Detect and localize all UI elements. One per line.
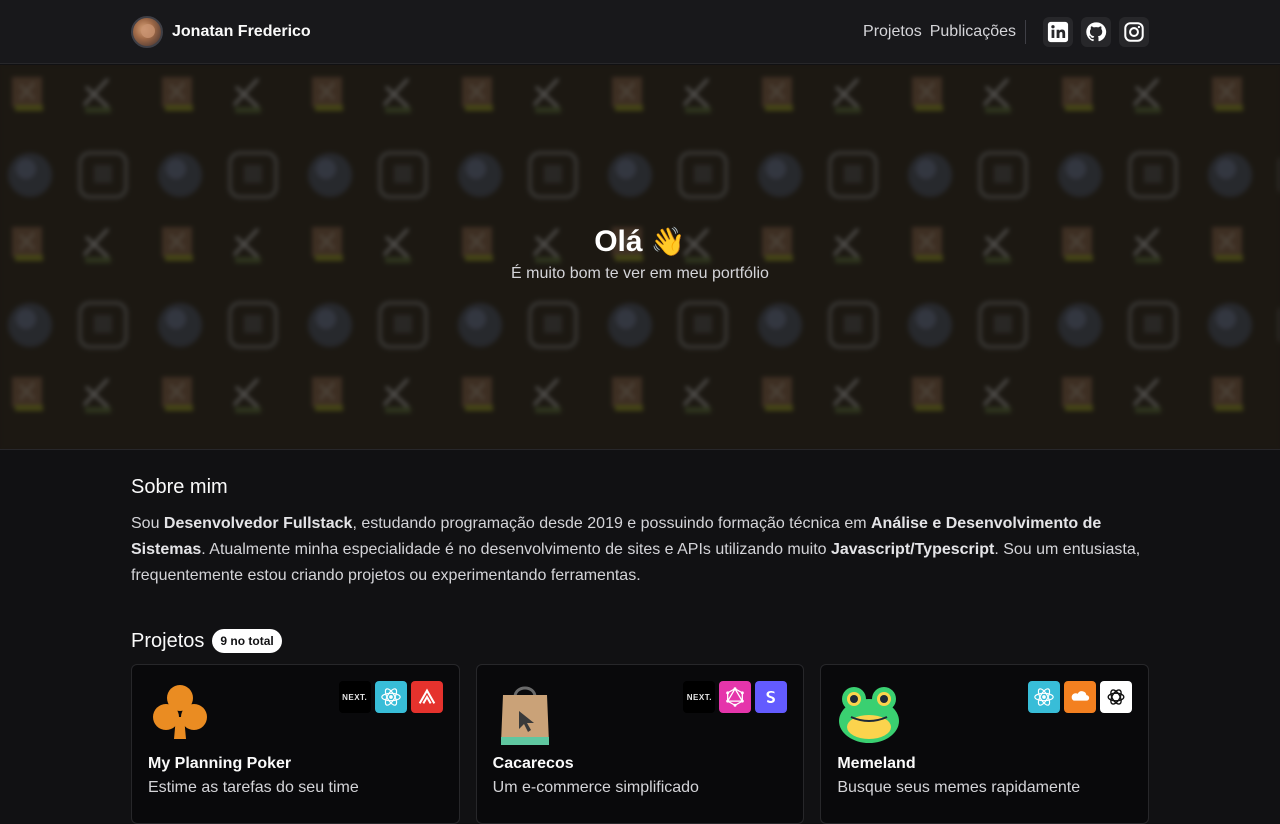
github-icon <box>1086 22 1107 42</box>
hero-banner: Olá 👋 É muito bom te ver em meu portfóli… <box>0 65 1280 450</box>
nav-divider <box>1025 20 1026 44</box>
brand-name: Jonatan Frederico <box>172 23 311 40</box>
react-icon <box>374 681 407 713</box>
header-inner: Jonatan Frederico Projetos Publicações <box>131 0 1149 64</box>
avatar <box>131 16 163 48</box>
about-highlight-role: Desenvolvedor Fullstack <box>163 515 353 532</box>
projects-count-badge: 9 no total <box>212 629 282 653</box>
tech-stack: NEXT. <box>683 681 788 713</box>
about-highlight-stack: Javascript/Typescript <box>830 541 995 558</box>
about-text-part: , estudando programação desde 2019 e pos… <box>352 515 871 532</box>
graphql-icon <box>719 681 752 713</box>
stripe-icon <box>755 681 788 713</box>
linkedin-icon <box>1047 21 1069 43</box>
project-title: Cacarecos <box>492 755 574 772</box>
instagram-icon <box>1124 22 1144 42</box>
nav: Projetos Publicações <box>863 17 1149 47</box>
about-text-part: Sou <box>131 515 164 532</box>
nav-link-projetos[interactable]: Projetos <box>863 23 922 41</box>
projects-header: Projetos 9 no total <box>131 629 282 653</box>
projects-title: Projetos <box>131 629 205 652</box>
project-description: Busque seus memes rapidamente <box>837 779 1081 796</box>
project-card[interactable]: Memeland Busque seus memes rapidamente <box>820 664 1150 824</box>
nextjs-icon: NEXT. <box>338 681 371 713</box>
sentry-icon <box>410 681 443 713</box>
frog-icon <box>839 687 900 743</box>
project-card[interactable]: NEXT. My Planning Poker Estime as tarefa… <box>131 664 460 824</box>
about-text: Sou Desenvolvedor Fullstack, estudando p… <box>131 511 1149 589</box>
waving-hand-icon: 👋 <box>650 226 686 257</box>
instagram-link[interactable] <box>1119 17 1149 47</box>
github-link[interactable] <box>1081 17 1111 47</box>
nextjs-icon: NEXT. <box>683 681 716 713</box>
hero-title: Olá 👋 <box>0 225 1280 259</box>
about-title: Sobre mim <box>131 476 228 498</box>
hero-greeting: Olá <box>594 225 643 258</box>
hero-subtitle: É muito bom te ver em meu portfólio <box>511 265 769 282</box>
projects-list: NEXT. My Planning Poker Estime as tarefa… <box>131 664 1150 824</box>
linkedin-link[interactable] <box>1043 17 1073 47</box>
project-title: My Planning Poker <box>148 755 292 772</box>
react-icon <box>1028 681 1061 713</box>
hero-content: Olá 👋 É muito bom te ver em meu portfóli… <box>0 225 1280 283</box>
tech-stack: NEXT. <box>338 681 443 713</box>
project-card[interactable]: NEXT. Cacarecos Um e-commerce simplifica… <box>475 664 805 824</box>
tech-stack <box>1028 681 1133 713</box>
nav-link-publicacoes[interactable]: Publicações <box>930 23 1016 41</box>
shopping-bag-icon <box>500 686 549 745</box>
brand-link[interactable]: Jonatan Frederico <box>131 16 311 48</box>
project-title: Memeland <box>837 755 916 772</box>
header: Jonatan Frederico Projetos Publicações <box>0 0 1280 64</box>
cloudflare-icon <box>1064 681 1097 713</box>
about-section: Sobre mim Sou Desenvolvedor Fullstack, e… <box>131 476 1149 589</box>
openai-icon <box>1100 681 1133 713</box>
club-icon <box>153 685 207 739</box>
project-description: Estime as tarefas do seu time <box>148 779 359 796</box>
project-description: Um e-commerce simplificado <box>492 779 699 796</box>
about-text-part: . Atualmente minha especialidade é no de… <box>201 541 831 558</box>
